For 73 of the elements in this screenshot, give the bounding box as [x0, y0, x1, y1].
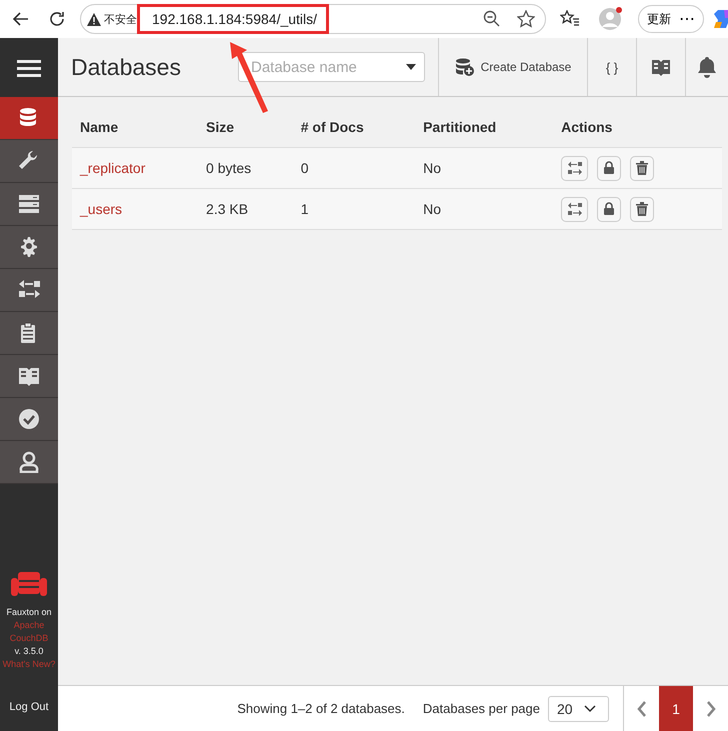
nav-item[interactable] [0, 312, 58, 355]
column-header: Size [198, 107, 293, 148]
chevron-left-icon [636, 700, 646, 716]
star-icon [517, 10, 535, 28]
book-icon [651, 58, 671, 76]
favorites-icon [560, 10, 580, 28]
warning-icon [87, 12, 101, 26]
menu-icon[interactable] [17, 58, 41, 76]
column-header: Name [72, 107, 198, 148]
update-button[interactable]: 更新 ⋯ [638, 5, 704, 33]
trash-icon [636, 202, 648, 216]
user-icon [18, 451, 40, 473]
transfer-icon [566, 161, 583, 175]
database-link[interactable]: _replicator [80, 160, 146, 176]
summary-text: Showing 1–2 of 2 databases. [237, 701, 405, 716]
check-icon [18, 408, 40, 430]
transfer-icon [566, 202, 583, 216]
per-page-select[interactable]: 20 [548, 696, 609, 722]
brand-text: Fauxton on [6, 606, 52, 619]
logout-link[interactable]: Log Out [0, 701, 58, 713]
database-add-icon [454, 57, 475, 77]
permissions-button[interactable] [597, 156, 622, 180]
couch-icon [11, 572, 47, 598]
nav-item[interactable] [0, 441, 58, 484]
nav-item[interactable] [0, 355, 58, 398]
nav-item[interactable] [0, 140, 58, 183]
nav-item[interactable] [0, 269, 58, 312]
copilot-icon [714, 8, 728, 30]
wrench-icon [18, 150, 40, 172]
create-database-button[interactable]: Create Database [438, 38, 587, 96]
table-cell: 0 bytes [198, 148, 293, 188]
back-icon [12, 10, 30, 28]
chevron-down-icon [584, 704, 596, 712]
lock-icon [603, 202, 616, 216]
delete-button[interactable] [630, 156, 654, 180]
nav-item[interactable] [0, 183, 58, 226]
delete-button[interactable] [630, 196, 654, 222]
nav-item[interactable] [0, 226, 58, 269]
column-header: Actions [553, 107, 722, 148]
server-icon [18, 193, 40, 215]
url-text: 192.168.1.184:5984/_utils/ [152, 11, 318, 27]
bell-icon [697, 56, 717, 78]
table-cell: 2.3 KB [198, 188, 293, 230]
avatar-icon [598, 6, 624, 32]
column-header: # of Docs [292, 107, 416, 148]
chevron-right-icon [706, 700, 716, 716]
replicate-button[interactable] [561, 156, 588, 180]
table-cell: 0 [292, 148, 416, 188]
address-bar[interactable]: 不安全 192.168.1.184:5984/_utils/ [80, 4, 546, 34]
column-header: Partitioned [415, 107, 554, 148]
per-page-label: Databases per page [422, 701, 540, 716]
lock-icon [603, 161, 616, 175]
transfer-icon [18, 279, 40, 301]
reload-icon [48, 10, 66, 28]
table-cell: 1 [292, 188, 416, 230]
nav-item[interactable] [0, 398, 58, 441]
security-label: 不安全 [104, 12, 137, 26]
page-button[interactable]: 1 [659, 686, 693, 731]
replicate-button[interactable] [561, 196, 588, 222]
trash-icon [636, 161, 648, 175]
gear-icon [18, 236, 40, 258]
caret-icon [406, 64, 416, 70]
table-cell: No [415, 188, 554, 230]
search-field[interactable]: Database name [238, 52, 425, 82]
nav-item[interactable] [0, 97, 58, 140]
version-text: v. 3.5.0 [14, 645, 44, 658]
permissions-button[interactable] [597, 196, 622, 222]
table-cell: No [415, 148, 554, 188]
page-title: Databases [70, 54, 182, 80]
json-button[interactable]: { } [587, 38, 636, 96]
zoom-out-icon [483, 10, 501, 28]
database-link[interactable]: _users [80, 201, 122, 217]
book-icon [18, 365, 40, 387]
